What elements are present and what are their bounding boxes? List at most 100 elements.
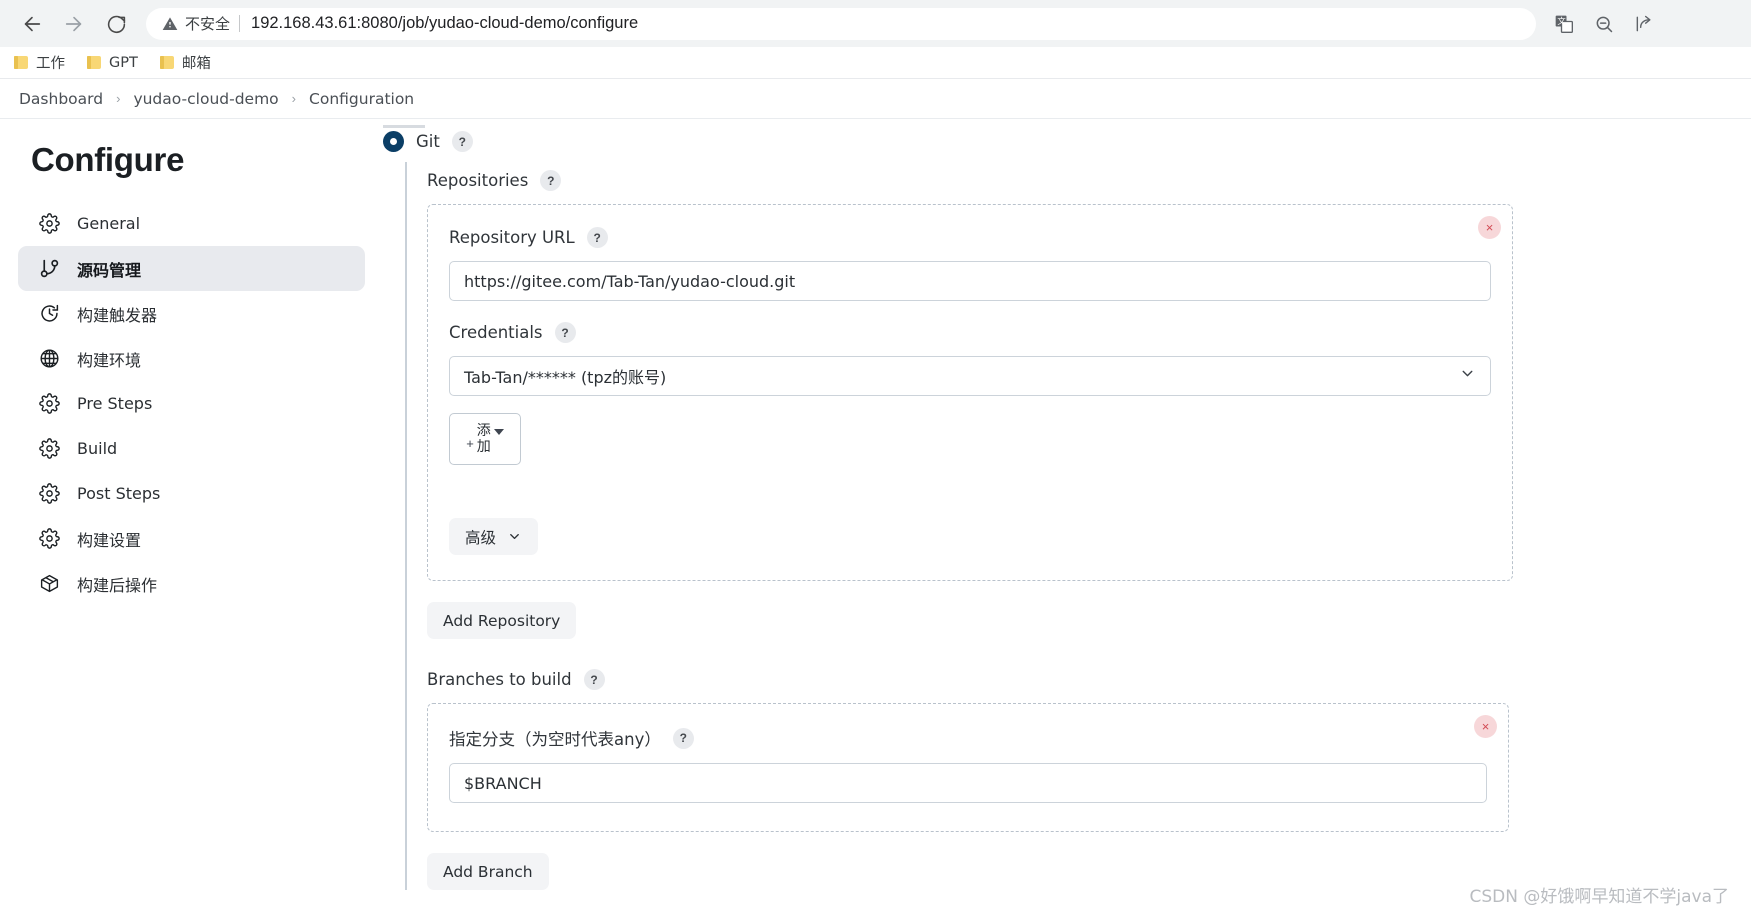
delete-repository-button[interactable]: × bbox=[1478, 216, 1501, 239]
share-icon[interactable] bbox=[1634, 14, 1654, 34]
not-secure-label: 不安全 bbox=[185, 15, 231, 33]
bookmarks-bar: 工作 GPT 邮箱 bbox=[0, 47, 1751, 79]
gear-icon bbox=[38, 528, 60, 550]
sidebar-item-scm[interactable]: 源码管理 bbox=[18, 246, 365, 291]
bookmark-label: 邮箱 bbox=[181, 56, 211, 72]
omnibox-divider bbox=[239, 15, 241, 32]
radio-selected-icon[interactable] bbox=[383, 131, 404, 152]
browser-toolbar: 不安全 192.168.43.61:8080/job/yudao-cloud-d… bbox=[0, 0, 1751, 47]
breadcrumb-item-dashboard[interactable]: Dashboard bbox=[19, 90, 103, 108]
breadcrumb-separator-icon: › bbox=[116, 91, 121, 106]
branches-label-row: Branches to build ? bbox=[427, 669, 1751, 690]
sidebar-item-build[interactable]: Build bbox=[18, 426, 365, 471]
sidebar-item-label: Post Steps bbox=[77, 484, 161, 503]
repositories-label: Repositories bbox=[427, 171, 529, 190]
git-section-body: Repositories ? × Repository URL ? https:… bbox=[405, 162, 1751, 890]
reload-icon[interactable] bbox=[98, 6, 134, 42]
advanced-toggle-button[interactable]: 高级 bbox=[449, 518, 539, 555]
add-repository-button[interactable]: Add Repository bbox=[427, 602, 577, 639]
help-icon[interactable]: ? bbox=[672, 727, 694, 749]
scm-git-label: Git bbox=[416, 132, 440, 151]
back-arrow-icon[interactable] bbox=[14, 6, 50, 42]
sidebar-item-build-settings[interactable]: 构建设置 bbox=[18, 516, 365, 561]
zoom-out-icon[interactable] bbox=[1594, 14, 1614, 34]
bookmark-label: 工作 bbox=[36, 56, 65, 72]
plus-icon: + bbox=[466, 436, 474, 451]
credentials-label: Credentials bbox=[449, 323, 543, 342]
add-credential-button[interactable]: + 添加 bbox=[449, 413, 521, 465]
breadcrumb-item-job[interactable]: yudao-cloud-demo bbox=[133, 90, 278, 108]
navigation-buttons bbox=[14, 6, 134, 42]
help-icon[interactable]: ? bbox=[540, 170, 562, 191]
translate-icon[interactable]: 文 bbox=[1554, 14, 1574, 34]
browser-toolbar-actions: 文 bbox=[1554, 14, 1658, 34]
repository-entry: × Repository URL ? Credentials ? bbox=[427, 204, 1513, 581]
bookmark-item[interactable]: GPT bbox=[87, 55, 138, 71]
breadcrumb-separator-icon: › bbox=[291, 91, 297, 106]
sidebar-item-pre-steps[interactable]: Pre Steps bbox=[18, 381, 365, 426]
repositories-label-row: Repositories ? bbox=[427, 170, 1751, 191]
sidebar-item-build-environment[interactable]: 构建环境 bbox=[18, 336, 365, 381]
globe-icon bbox=[38, 348, 60, 370]
chevron-down-icon bbox=[507, 529, 522, 544]
svg-text:文: 文 bbox=[1557, 16, 1566, 26]
repository-url-input[interactable] bbox=[449, 261, 1491, 301]
bookmark-item[interactable]: 邮箱 bbox=[159, 52, 211, 73]
sidebar-item-post-steps[interactable]: Post Steps bbox=[18, 471, 365, 516]
sidebar-item-label: 构建环境 bbox=[77, 350, 142, 370]
sidebar-item-label: 源码管理 bbox=[77, 260, 142, 280]
breadcrumb-item-configuration[interactable]: Configuration bbox=[309, 90, 414, 108]
gear-icon bbox=[38, 393, 60, 415]
sidebar-item-general[interactable]: General bbox=[18, 201, 365, 246]
caret-down-icon bbox=[493, 429, 504, 435]
not-secure-warning-icon bbox=[162, 16, 178, 32]
credentials-select-wrap: Tab-Tan/****** (tpz的账号) bbox=[449, 356, 1491, 396]
page-title: Configure bbox=[31, 141, 185, 178]
branch-specifier-label: 指定分支（为空时代表any） bbox=[449, 730, 661, 749]
branch-entry: × 指定分支（为空时代表any） ? bbox=[427, 703, 1509, 832]
configure-form: Git ? Repositories ? × Repository URL ? bbox=[383, 119, 1751, 915]
sidebar-item-label: Build bbox=[77, 439, 118, 458]
sidebar-nav: General 源码管理 构建触发器 构建环境 Pre Steps Build … bbox=[0, 201, 383, 606]
branches-to-build-label: Branches to build bbox=[427, 670, 572, 689]
page-content: Dashboard › yudao-cloud-demo › Configura… bbox=[0, 79, 1751, 915]
repository-url-label: Repository URL bbox=[449, 228, 575, 247]
add-branch-button[interactable]: Add Branch bbox=[427, 853, 549, 890]
sidebar-item-label: 构建设置 bbox=[77, 530, 142, 550]
gear-icon bbox=[38, 438, 60, 460]
advanced-label: 高级 bbox=[465, 528, 497, 547]
branch-specifier-label-row: 指定分支（为空时代表any） ? bbox=[449, 726, 1487, 750]
help-icon[interactable]: ? bbox=[583, 669, 605, 690]
folder-icon bbox=[159, 56, 174, 69]
bookmark-item[interactable]: 工作 bbox=[14, 52, 65, 73]
help-icon[interactable]: ? bbox=[554, 322, 576, 343]
sidebar-item-label: General bbox=[77, 214, 141, 233]
package-icon bbox=[38, 573, 60, 595]
address-bar[interactable]: 不安全 192.168.43.61:8080/job/yudao-cloud-d… bbox=[146, 7, 1536, 40]
git-branch-icon bbox=[38, 258, 60, 280]
branch-specifier-input[interactable] bbox=[449, 763, 1487, 803]
credentials-select[interactable]: Tab-Tan/****** (tpz的账号) bbox=[449, 356, 1491, 396]
scm-git-option[interactable]: Git ? bbox=[383, 131, 1751, 152]
credentials-label-row: Credentials ? bbox=[449, 322, 1491, 343]
sidebar-item-label: Pre Steps bbox=[77, 394, 153, 413]
forward-arrow-icon[interactable] bbox=[56, 6, 92, 42]
sidebar-item-label: 构建后操作 bbox=[77, 575, 158, 595]
gear-icon bbox=[38, 213, 60, 235]
sidebar-item-post-build-actions[interactable]: 构建后操作 bbox=[18, 561, 365, 606]
repository-url-field: Repository URL ? bbox=[449, 227, 1491, 301]
section-top-divider bbox=[383, 125, 425, 128]
repository-url-label-row: Repository URL ? bbox=[449, 227, 1491, 248]
bookmark-label: GPT bbox=[109, 54, 138, 71]
configure-sidebar: Configure General 源码管理 构建触发器 构建环境 Pre St… bbox=[0, 119, 383, 915]
folder-icon bbox=[14, 56, 28, 69]
sidebar-item-label: 构建触发器 bbox=[77, 305, 158, 325]
watermark: CSDN @好饿啊早知道不学java了 bbox=[1469, 887, 1730, 907]
sidebar-item-build-triggers[interactable]: 构建触发器 bbox=[18, 291, 365, 336]
clock-icon bbox=[38, 303, 60, 325]
delete-branch-button[interactable]: × bbox=[1474, 715, 1497, 738]
address-bar-url: 192.168.43.61:8080/job/yudao-cloud-demo/… bbox=[251, 14, 639, 32]
credentials-field: Credentials ? Tab-Tan/****** (tpz的账号) + … bbox=[449, 322, 1491, 465]
help-icon[interactable]: ? bbox=[586, 227, 608, 248]
help-icon[interactable]: ? bbox=[451, 131, 473, 152]
